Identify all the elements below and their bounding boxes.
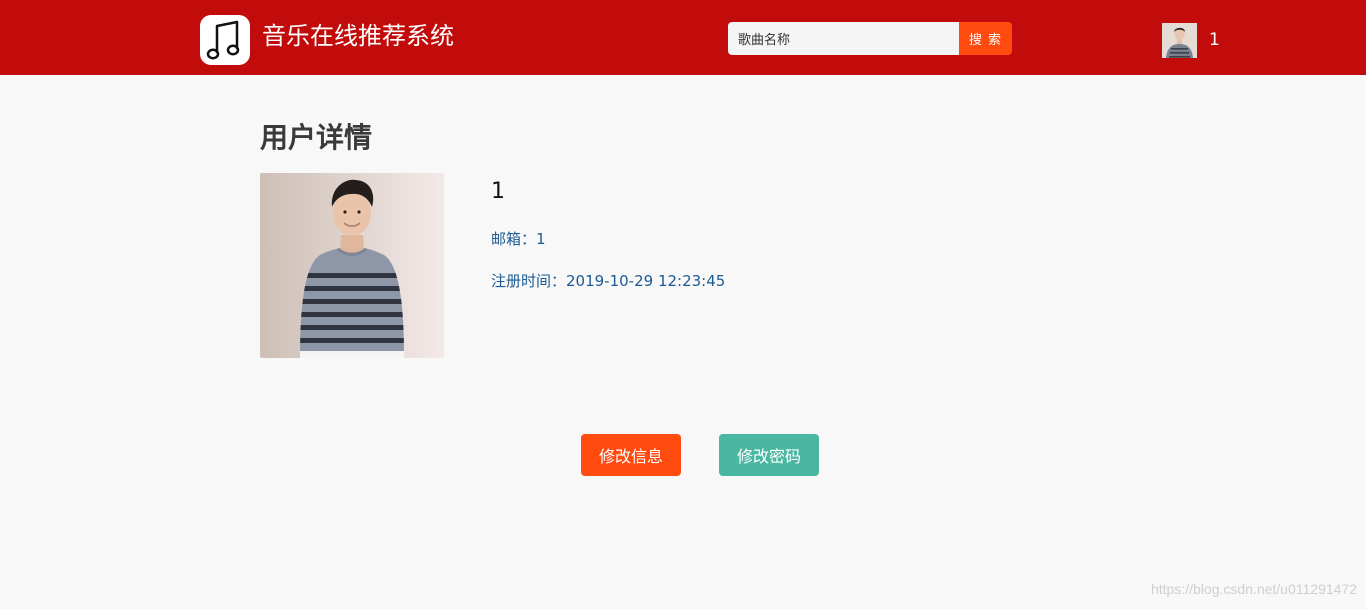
header-username[interactable]: 1 <box>1209 28 1220 52</box>
search-input[interactable] <box>728 22 959 55</box>
profile-register-time: 注册时间：2019-10-29 12:23:45 <box>491 272 726 290</box>
avatar[interactable] <box>1162 23 1197 58</box>
change-password-button[interactable]: 修改密码 <box>719 434 819 476</box>
profile-photo <box>260 173 444 358</box>
watermark: https://blog.csdn.net/u011291472 <box>1150 581 1357 597</box>
top-navbar: 音乐在线推荐系统 搜 索 1 <box>0 0 1366 75</box>
search-button[interactable]: 搜 索 <box>959 22 1012 55</box>
music-note-icon <box>206 20 240 60</box>
app-title[interactable]: 音乐在线推荐系统 <box>262 18 454 54</box>
logo[interactable] <box>200 15 250 65</box>
profile-email: 邮箱：1 <box>491 230 546 248</box>
edit-info-button[interactable]: 修改信息 <box>581 434 681 476</box>
page-title: 用户详情 <box>260 121 373 154</box>
profile-name: 1 <box>491 179 505 204</box>
